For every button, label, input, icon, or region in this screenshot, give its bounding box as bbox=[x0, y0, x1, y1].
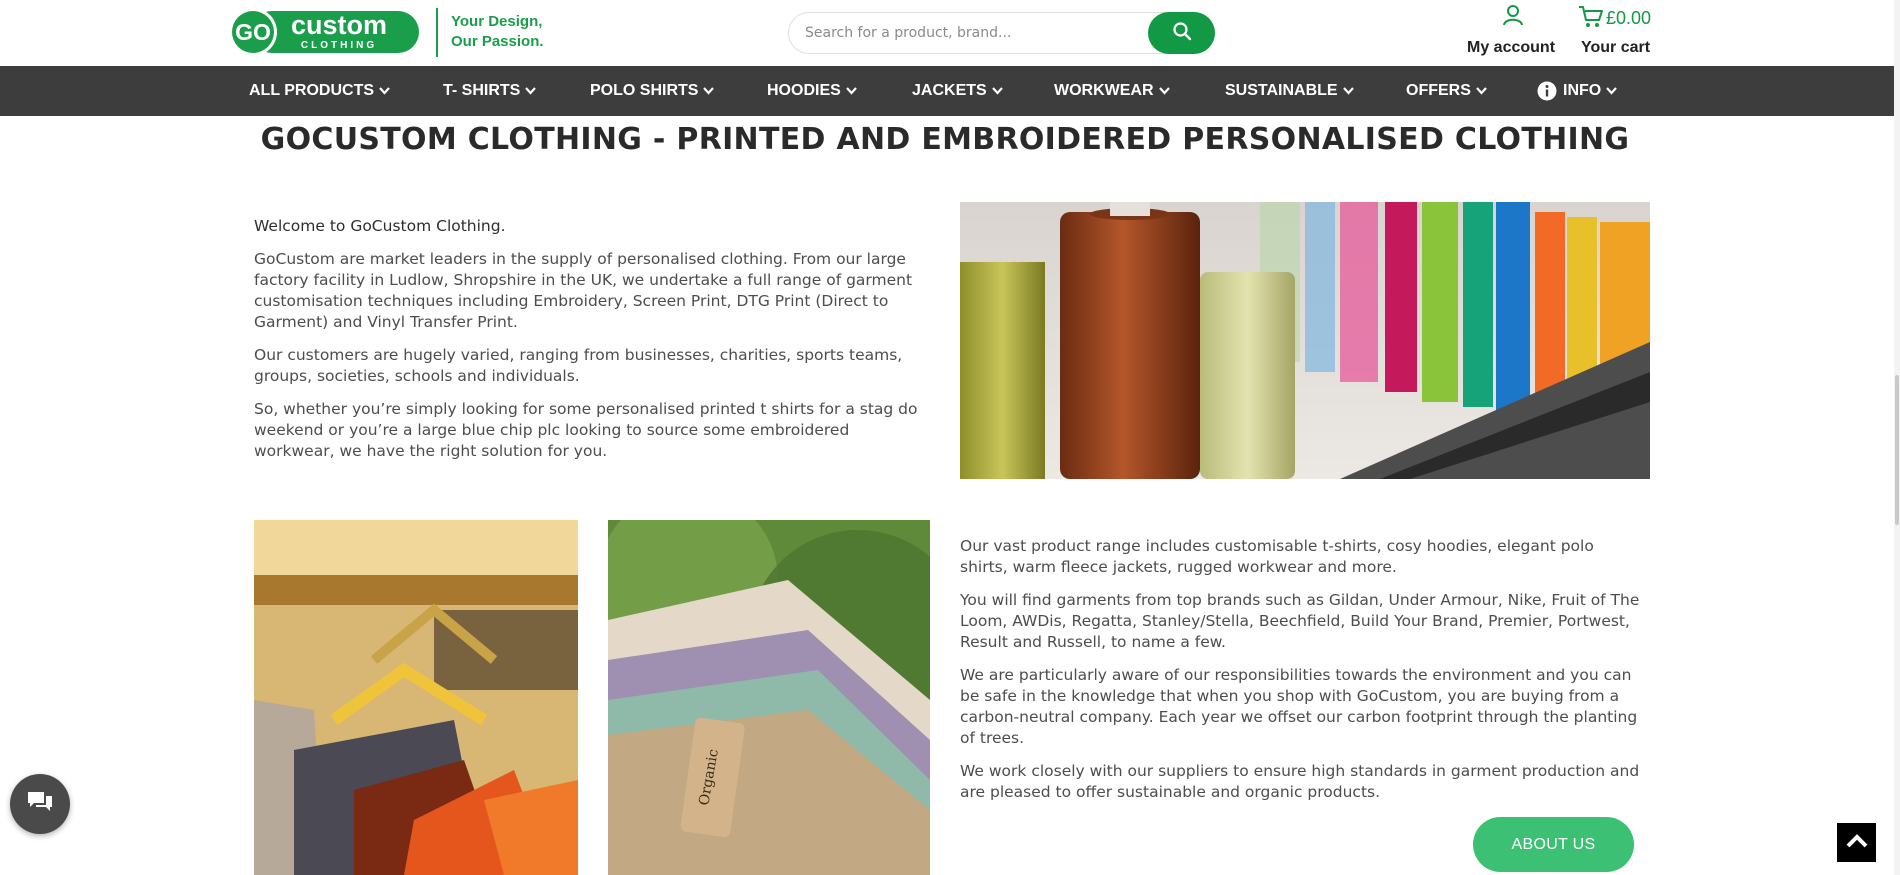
nav-label: INFO bbox=[1563, 82, 1602, 99]
search-input[interactable] bbox=[805, 22, 1125, 44]
intro-paragraph-2: Our customers are hugely varied, ranging… bbox=[254, 346, 903, 385]
info-icon bbox=[1537, 81, 1557, 101]
logo-divider bbox=[436, 8, 438, 57]
scroll-to-top-button[interactable] bbox=[1837, 823, 1876, 862]
range-paragraph-4: We work closely with our suppliers to en… bbox=[960, 762, 1640, 801]
search-icon bbox=[1172, 21, 1192, 45]
gocustom-logo[interactable]: GO custom CLOTHING bbox=[229, 7, 421, 57]
chevron-down-icon bbox=[1606, 87, 1618, 95]
svg-text:CLOTHING: CLOTHING bbox=[301, 40, 377, 51]
my-account-label: My account bbox=[1467, 39, 1556, 56]
nav-item-all-products[interactable]: ALL PRODUCTS bbox=[249, 66, 390, 116]
nav-item-polo-shirts[interactable]: POLO SHIRTS bbox=[590, 66, 715, 116]
chevron-down-icon bbox=[1158, 87, 1170, 95]
page-title: GOCUSTOM CLOTHING - PRINTED AND EMBROIDE… bbox=[260, 122, 1630, 157]
chat-icon bbox=[26, 790, 54, 818]
chevron-up-icon bbox=[1846, 833, 1868, 852]
chevron-down-icon bbox=[379, 87, 390, 95]
chevron-down-icon bbox=[1476, 87, 1487, 95]
range-paragraph-3: We are particularly aware of our respons… bbox=[960, 666, 1638, 747]
range-paragraph-1: Our vast product range includes customis… bbox=[960, 537, 1594, 576]
chevron-down-icon bbox=[703, 87, 715, 95]
nav-label: HOODIES bbox=[767, 82, 841, 99]
chevron-down-icon bbox=[991, 87, 1003, 95]
svg-text:GO: GO bbox=[235, 19, 271, 45]
cart-link[interactable]: £0.00 Your cart bbox=[1576, 3, 1666, 61]
nav-label: ALL PRODUCTS bbox=[249, 82, 375, 99]
site-header: GO custom CLOTHING Your Design, Our Pass… bbox=[0, 0, 1900, 66]
organic-tshirts-image: Organic bbox=[608, 520, 930, 875]
page-scrollbar-thumb[interactable] bbox=[1895, 375, 1899, 525]
nav-label: T- SHIRTS bbox=[443, 82, 521, 99]
main-nav: ALL PRODUCTS T- SHIRTS POLO SHIRTS HOODI… bbox=[0, 66, 1894, 116]
range-paragraph-2: You will find garments from top brands s… bbox=[960, 591, 1640, 651]
nav-item-offers[interactable]: OFFERS bbox=[1406, 66, 1487, 116]
svg-text:custom: custom bbox=[291, 10, 387, 40]
chevron-down-icon bbox=[1342, 87, 1354, 95]
product-range-text: Our vast product range includes customis… bbox=[960, 536, 1640, 815]
brand-tagline: Your Design, Our Passion. bbox=[451, 12, 544, 52]
tagline-line-1: Your Design, bbox=[451, 13, 543, 30]
my-account-link[interactable]: My account bbox=[1463, 3, 1563, 61]
nav-label: POLO SHIRTS bbox=[590, 82, 699, 99]
search-button[interactable] bbox=[1148, 12, 1215, 54]
tagline-line-2: Our Passion. bbox=[451, 33, 544, 50]
hoodies-on-hangers-image bbox=[254, 520, 578, 875]
nav-label: SUSTAINABLE bbox=[1225, 82, 1338, 99]
nav-item-sustainable[interactable]: SUSTAINABLE bbox=[1225, 66, 1354, 116]
intro-paragraph-1: GoCustom are market leaders in the suppl… bbox=[254, 250, 913, 331]
about-us-button[interactable]: ABOUT US bbox=[1473, 817, 1634, 872]
nav-item-jackets[interactable]: JACKETS bbox=[912, 66, 1003, 116]
chevron-down-icon bbox=[525, 87, 537, 95]
intro-text: Welcome to GoCustom Clothing. GoCustom a… bbox=[254, 216, 934, 474]
intro-paragraph-3: So, whether you’re simply looking for so… bbox=[254, 400, 918, 460]
chat-button[interactable] bbox=[10, 774, 70, 834]
user-icon bbox=[1501, 3, 1525, 31]
cart-total: £0.00 bbox=[1606, 8, 1652, 28]
nav-label: JACKETS bbox=[912, 82, 987, 99]
nav-item-t-shirts[interactable]: T- SHIRTS bbox=[443, 66, 537, 116]
cart-label: Your cart bbox=[1581, 39, 1651, 56]
nav-item-hoodies[interactable]: HOODIES bbox=[767, 66, 857, 116]
nav-label: OFFERS bbox=[1406, 82, 1471, 99]
cart-icon bbox=[1578, 5, 1604, 33]
nav-item-workwear[interactable]: WORKWEAR bbox=[1054, 66, 1170, 116]
chevron-down-icon bbox=[845, 87, 857, 95]
welcome-text: Welcome to GoCustom Clothing. bbox=[254, 217, 506, 235]
nav-item-info[interactable]: INFO bbox=[1537, 66, 1618, 116]
nav-label: WORKWEAR bbox=[1054, 82, 1154, 99]
thread-spools-image bbox=[960, 202, 1650, 479]
